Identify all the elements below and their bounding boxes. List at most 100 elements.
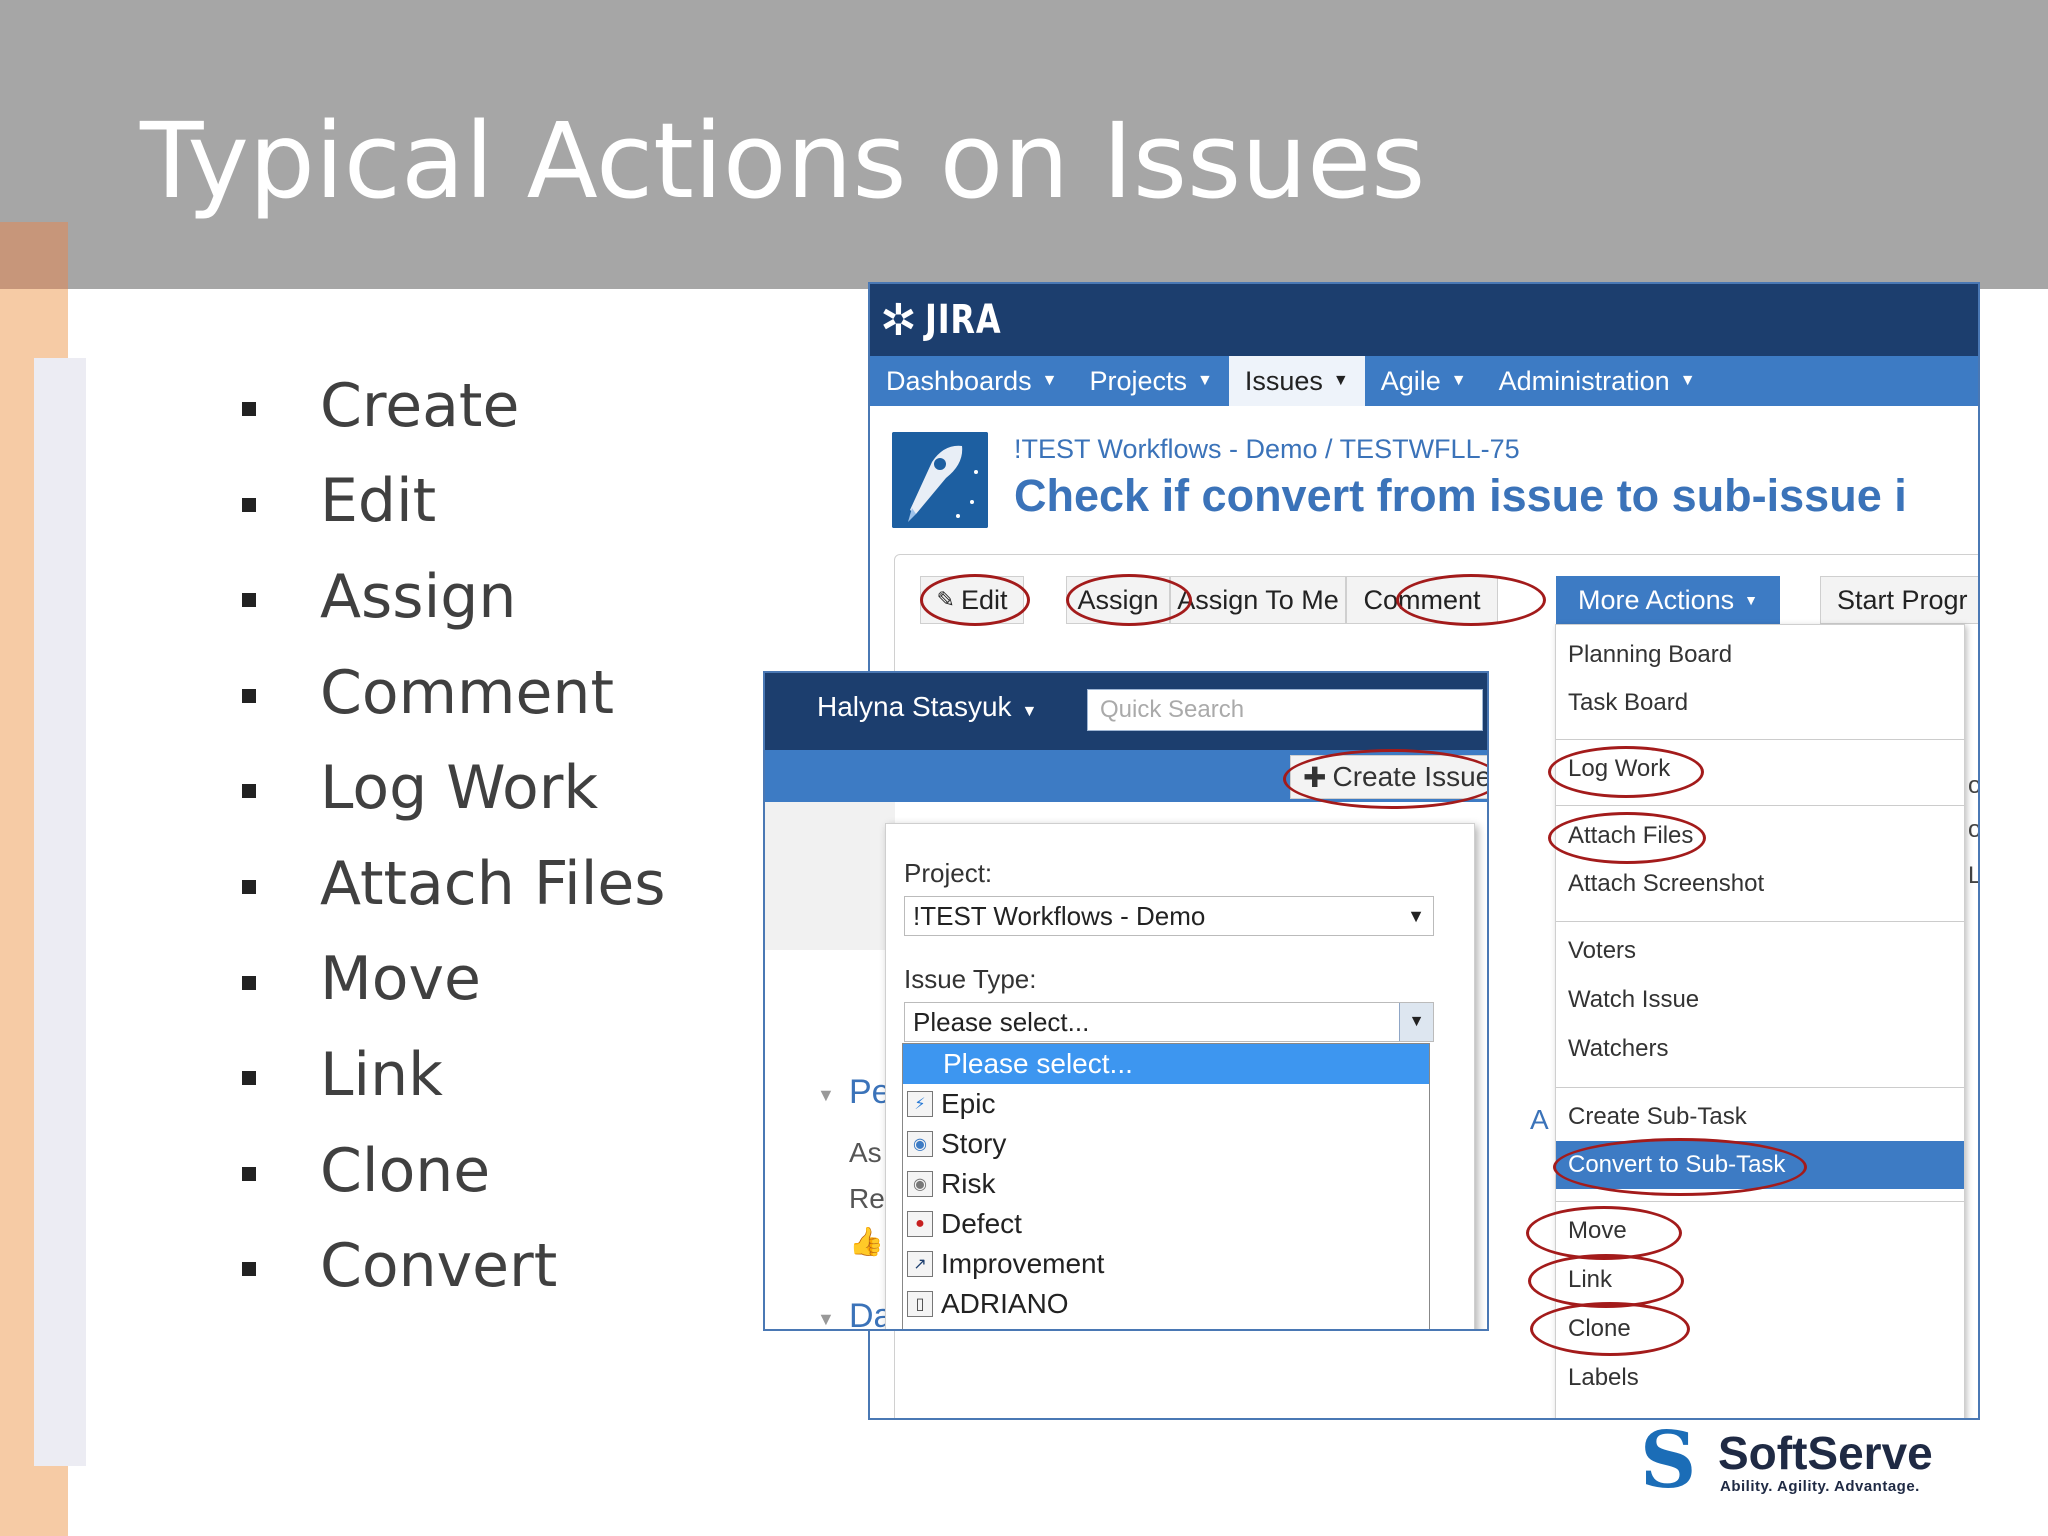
bullet-item: Assign	[242, 549, 666, 645]
jira-header: ✲ JIRA	[870, 284, 1978, 356]
option-adriano[interactable]: ▯ ADRIANO	[903, 1284, 1429, 1324]
slide-title: Typical Actions on Issues	[140, 100, 1426, 222]
option-label: Risk	[941, 1168, 996, 1199]
option-label: Improvement	[941, 1248, 1105, 1279]
breadcrumb[interactable]: !TEST Workflows - Demo / TESTWFLL-75	[1014, 434, 1520, 465]
menu-item-move[interactable]: Move	[1556, 1207, 1964, 1255]
bullet-text: Clone	[320, 1135, 491, 1206]
nav-dashboards[interactable]: Dashboards ▼	[870, 356, 1073, 406]
create-issue-label: Create Issue	[1332, 761, 1489, 792]
bullet-text: Attach Files	[320, 848, 666, 919]
comment-label: Comment	[1363, 584, 1481, 615]
jira-logo-icon: ✲	[880, 295, 917, 345]
bullet-square-icon	[242, 688, 256, 703]
bullet-square-icon	[242, 879, 256, 894]
menu-item-voters[interactable]: Voters	[1556, 927, 1964, 975]
dropdown-arrow-icon[interactable]: ▼	[1399, 1003, 1433, 1041]
menu-item-attach-files[interactable]: Attach Files	[1556, 812, 1964, 860]
bullet-text: Move	[320, 944, 481, 1015]
jira-nav-bar: Dashboards ▼ Projects ▼ Issues ▼ Agile ▼ Adm…	[870, 356, 1978, 406]
nav-label: Issues	[1244, 365, 1323, 396]
issue-type-select[interactable]: Please select... ▼	[904, 1002, 1434, 1042]
project-select[interactable]: !TEST Workflows - Demo ▼	[904, 896, 1434, 936]
bullet-square-icon	[242, 497, 256, 512]
menu-item-planning-board[interactable]: Planning Board	[1556, 631, 1964, 679]
risk-icon: ◉	[907, 1171, 933, 1197]
nav-projects[interactable]: Projects ▼	[1073, 356, 1228, 406]
menu-item-convert-to-sub-task[interactable]: Convert to Sub-Task	[1556, 1141, 1964, 1189]
bullet-square-icon	[242, 1071, 256, 1086]
epic-icon: ⚡	[907, 1091, 933, 1117]
caret-down-icon: ▼	[1021, 703, 1038, 720]
assign-to-me-label: Assign To Me	[1177, 584, 1339, 615]
story-icon: ◉	[907, 1131, 933, 1157]
bullet-text: Log Work	[320, 753, 599, 824]
quick-search-input[interactable]: Quick Search	[1087, 689, 1483, 731]
comment-button[interactable]: Comment	[1346, 576, 1498, 624]
option-defect[interactable]: ● Defect	[903, 1204, 1429, 1244]
nav-issues[interactable]: Issues ▼	[1228, 356, 1365, 406]
option-risk[interactable]: ◉ Risk	[903, 1164, 1429, 1204]
brand-tagline: Ability. Agility. Advantage.	[1720, 1478, 1920, 1495]
option-please-select[interactable]: Please select...	[903, 1044, 1429, 1084]
option-epic[interactable]: ⚡ Epic	[903, 1084, 1429, 1124]
jira-logo-text: JIRA	[924, 297, 1002, 343]
bullet-square-icon	[242, 402, 256, 416]
more-actions-label: More Actions	[1578, 584, 1735, 615]
menu-item-link[interactable]: Link	[1556, 1256, 1964, 1304]
option-improvement[interactable]: ↗ Improvement	[903, 1244, 1429, 1284]
menu-divider	[1556, 1201, 1964, 1202]
option-label: Story	[941, 1128, 1007, 1159]
bullet-text: Convert	[320, 1231, 558, 1302]
option-story[interactable]: ◉ Story	[903, 1124, 1429, 1164]
menu-item-task-board[interactable]: Task Board	[1556, 679, 1964, 727]
bullet-item: Edit	[242, 454, 666, 550]
bullet-item: Move	[242, 932, 666, 1028]
nav-agile[interactable]: Agile ▼	[1365, 356, 1483, 406]
bullet-item: Log Work	[242, 740, 666, 836]
menu-item-attach-screenshot[interactable]: Attach Screenshot	[1556, 860, 1964, 908]
menu-item-create-sub-task[interactable]: Create Sub-Task	[1556, 1093, 1964, 1141]
menu-item-labels[interactable]: Labels	[1556, 1354, 1964, 1402]
start-progress-button[interactable]: Start Progr	[1820, 576, 1978, 624]
user-name: Halyna Stasyuk	[817, 691, 1012, 722]
jira-logo[interactable]: ✲ JIRA	[880, 292, 1020, 348]
edit-button[interactable]: ✎ Edit	[920, 576, 1024, 624]
document-icon: ▯	[907, 1291, 933, 1317]
menu-item-clone[interactable]: Clone	[1556, 1305, 1964, 1353]
nav-administration[interactable]: Administration ▼	[1483, 356, 1712, 406]
bullet-item: Clone	[242, 1123, 666, 1219]
improvement-icon: ↗	[907, 1251, 933, 1277]
action-bullet-list: Create Edit Assign Comment Log Work Atta…	[242, 358, 666, 1314]
bullet-text: Comment	[320, 657, 614, 728]
bullet-item: Comment	[242, 645, 666, 741]
assign-to-me-button[interactable]: Assign To Me	[1170, 576, 1346, 624]
bullet-item: Link	[242, 1027, 666, 1123]
menu-item-watchers[interactable]: Watchers	[1556, 1025, 1964, 1073]
user-menu[interactable]: Halyna Stasyuk ▼	[817, 691, 1037, 723]
bullet-text: Create	[320, 370, 520, 441]
more-actions-button[interactable]: More Actions ▼	[1556, 576, 1780, 624]
menu-item-watch-issue[interactable]: Watch Issue	[1556, 976, 1964, 1024]
collapse-caret-icon: ▼	[817, 1309, 835, 1329]
bullet-square-icon	[242, 593, 256, 608]
assign-button[interactable]: Assign	[1066, 576, 1170, 624]
plus-icon: ✚	[1303, 761, 1327, 793]
menu-divider	[1556, 805, 1964, 806]
menu-item-log-work[interactable]: Log Work	[1556, 745, 1964, 793]
project-label: Project:	[904, 858, 993, 888]
option-label: Please select...	[943, 1048, 1133, 1079]
caret-down-icon: ▼	[1041, 372, 1058, 389]
issue-type-value: Please select...	[913, 1006, 1090, 1037]
project-value: !TEST Workflows - Demo	[913, 900, 1206, 931]
decorative-stripe-top	[0, 222, 68, 289]
nav-label: Agile	[1380, 365, 1441, 396]
caret-down-icon: ▼	[1450, 372, 1467, 389]
search-placeholder: Quick Search	[1100, 696, 1245, 723]
truncated-text: o	[1968, 816, 1978, 844]
create-issue-button[interactable]: ✚ Create Issue	[1290, 755, 1489, 799]
bullet-square-icon	[242, 975, 256, 990]
bullet-item: Create	[242, 358, 666, 454]
nav-label: Projects	[1089, 365, 1187, 396]
caret-down-icon: ▼	[1679, 372, 1696, 389]
